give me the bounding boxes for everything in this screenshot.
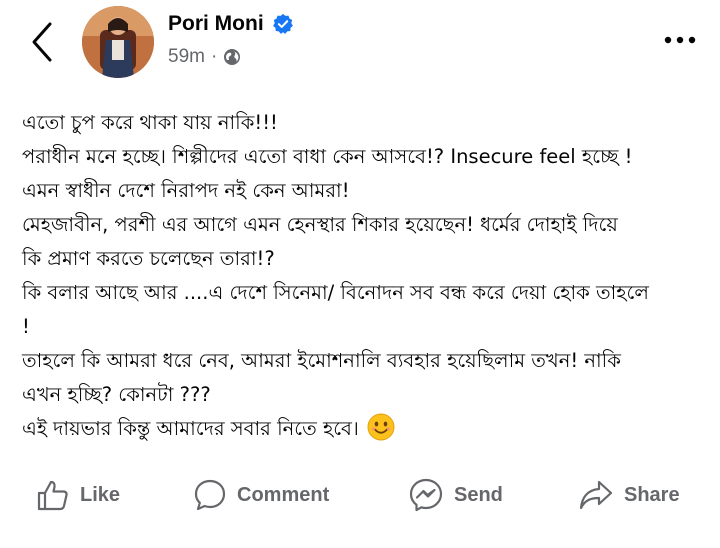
post-line: ! xyxy=(22,315,30,338)
post-line: তাহলে কি আমরা ধরে নেব, আমরা ইমোশনালি ব্য… xyxy=(22,349,621,372)
post-line: এখন হচ্ছি? কোনটা ??? xyxy=(22,383,211,406)
globe-icon xyxy=(224,49,241,65)
send-button[interactable]: Send xyxy=(408,470,503,520)
post-line: এই দায়ভার কিন্তু আমাদের সবার নিতে হবে। xyxy=(22,417,359,440)
post-line: মেহজাবীন, পরশী এর আগে এমন হেনস্থার শিকার… xyxy=(22,213,618,236)
post-line-last: এই দায়ভার কিন্তু আমাদের সবার নিতে হবে। xyxy=(22,412,702,446)
post-header: Pori Moni 59m · xyxy=(0,0,720,90)
action-bar: Like Comment Send Share xyxy=(0,470,720,520)
author-name[interactable]: Pori Moni xyxy=(168,12,264,36)
avatar[interactable] xyxy=(82,6,154,78)
comment-button[interactable]: Comment xyxy=(193,470,329,520)
messenger-icon xyxy=(409,478,443,512)
post-line: কি বলার আছে আর ....এ দেশে সিনেমা/ বিনোদন… xyxy=(22,281,649,304)
share-arrow-icon xyxy=(579,480,613,510)
comment-label: Comment xyxy=(237,483,330,506)
meta-separator: · xyxy=(210,46,218,67)
post-body: এতো চুপ করে থাকা যায় নাকি!!! পরাধীন মনে… xyxy=(22,106,702,446)
like-button[interactable]: Like xyxy=(36,470,120,520)
verified-badge-icon xyxy=(272,13,293,34)
share-label: Share xyxy=(624,483,680,506)
comment-icon xyxy=(194,479,226,511)
author-row: Pori Moni xyxy=(168,12,294,36)
post-meta: 59m · xyxy=(168,46,241,68)
share-button[interactable]: Share xyxy=(578,470,680,520)
post-line: এমন স্বাধীন দেশে নিরাপদ নই কেন আমরা! xyxy=(22,179,350,202)
post-line: পরাধীন মনে হচ্ছে। শিল্পীদের এতো বাধা কেন… xyxy=(22,145,633,168)
back-arrow-icon[interactable] xyxy=(26,20,58,64)
thumbs-up-icon xyxy=(37,480,68,511)
post-time[interactable]: 59m xyxy=(168,46,205,68)
post-line: কি প্রমাণ করতে চলেছেন তারা!? xyxy=(22,247,275,270)
more-options-icon[interactable] xyxy=(660,28,700,52)
send-label: Send xyxy=(454,483,503,506)
like-label: Like xyxy=(80,483,121,506)
smiling-face-emoji-icon xyxy=(367,413,395,441)
post-line: এতো চুপ করে থাকা যায় নাকি!!! xyxy=(22,111,278,134)
